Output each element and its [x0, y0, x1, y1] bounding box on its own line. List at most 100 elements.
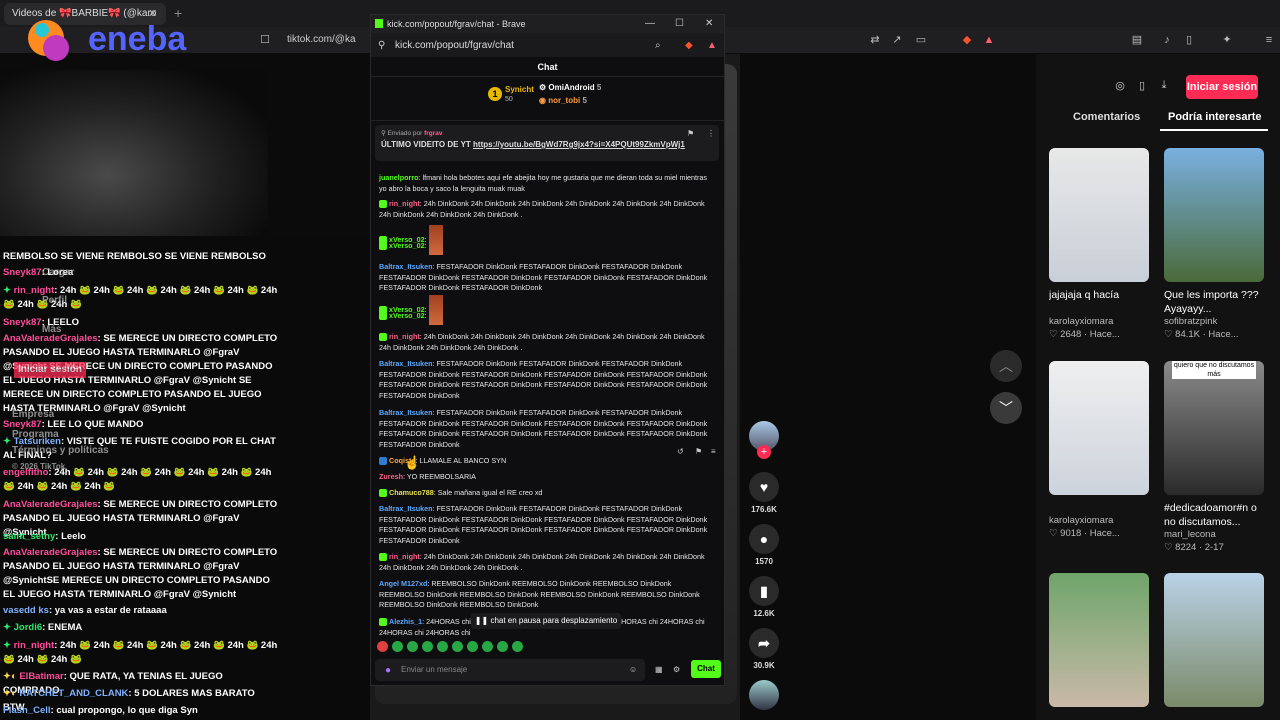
video-thumbnail[interactable]	[1164, 148, 1264, 282]
card-title[interactable]: Que les importa ??? Ayayayy...	[1164, 288, 1264, 316]
share-button[interactable]: ➦ 30.9K	[745, 628, 783, 670]
chat-paused-banner[interactable]: ❚❚ chat en pausa para desplazamiento	[471, 613, 621, 629]
tab-comments[interactable]: Comentarios	[1073, 111, 1140, 123]
menu-program[interactable]: Programa	[12, 428, 59, 442]
menu-profile[interactable]: Perfil	[42, 294, 67, 308]
comment-button[interactable]: ● 1570	[745, 524, 783, 566]
menu-upload[interactable]: Cargar	[42, 266, 74, 280]
music-icon[interactable]: ♪	[1160, 33, 1174, 47]
bookmark-icon[interactable]: ☐	[258, 33, 272, 47]
emote-icon[interactable]	[407, 641, 418, 652]
pin-icon[interactable]: ⚑	[687, 129, 694, 138]
gift-icon[interactable]: ▦	[655, 665, 663, 674]
emote-icon[interactable]	[452, 641, 463, 652]
download-icon[interactable]: ⤓	[1156, 79, 1172, 95]
video-card[interactable]: karolayxiomara ♡ 9018 · Hace...	[1049, 361, 1149, 539]
card-user[interactable]: sofibratzpink	[1164, 316, 1264, 327]
like-button[interactable]: ♥ 176.6K	[745, 472, 783, 514]
maximize-icon[interactable]: ☐	[675, 18, 684, 29]
message-menu-icon[interactable]: ≡	[711, 447, 716, 456]
emote-icon[interactable]	[512, 641, 523, 652]
pinned-link[interactable]: https://youtu.be/BgWd7Rg9jx4?si=X4PQUt99…	[473, 140, 685, 149]
chat-message: Baltrax_Itsuken: FESTAFADOR DinkDonk FES…	[379, 504, 708, 545]
chat-input[interactable]: Enviar un mensaje	[375, 659, 645, 681]
emote-icon[interactable]	[482, 641, 493, 652]
gifter-name[interactable]: ⚙ OmiAndroid 5	[539, 83, 601, 92]
menu-terms[interactable]: Términos y políticas	[12, 444, 109, 458]
video-thumbnail[interactable]	[1164, 573, 1264, 707]
save-button[interactable]: ▮ 12.6K	[745, 576, 783, 618]
stream-chat-line: ✦ Jordi6: ENEMA	[3, 622, 83, 633]
next-video-button[interactable]: ﹀	[990, 392, 1022, 424]
sidebar-icon[interactable]: ▤	[1130, 33, 1144, 47]
menu-icon[interactable]: ≡	[1262, 33, 1276, 47]
extensions-icon[interactable]: ✦	[1220, 33, 1234, 47]
pinned-message[interactable]: ⚲ Enviado por frgrav ÚLTIMO VIDEITO DE Y…	[375, 125, 719, 161]
top-gifter-count: 50	[505, 96, 513, 103]
emote-icon[interactable]	[392, 641, 403, 652]
video-card[interactable]	[1049, 573, 1149, 707]
mouse-cursor-icon: ☝	[404, 455, 421, 470]
send-chat-button[interactable]: Chat	[691, 660, 721, 678]
menu-more[interactable]: Más	[42, 323, 61, 337]
site-info-icon[interactable]: ⚲	[378, 40, 385, 51]
brave-rewards-icon[interactable]: ▲	[707, 40, 717, 51]
card-meta: ♡ 2648 · Hace...	[1049, 329, 1120, 340]
reader-icon[interactable]: ▯	[1182, 33, 1196, 47]
video-thumbnail[interactable]	[1049, 148, 1149, 282]
video-card[interactable]: jajajaja q hacía karolayxiomara ♡ 2648 ·…	[1049, 148, 1149, 340]
gifter-name[interactable]: ◉ nor_tobi 5	[539, 96, 587, 105]
chat-message: xVerso_02:	[379, 311, 713, 322]
video-thumbnail[interactable]: quiero que no discutamos más	[1164, 361, 1264, 495]
card-title[interactable]: #dedicadoamor#n o no discutamos...	[1164, 501, 1264, 529]
popout-address-bar[interactable]: kick.com/popout/fgrav/chat	[371, 33, 724, 57]
share-icon[interactable]: ↗	[890, 33, 904, 47]
video-card[interactable]: quiero que no discutamos más #dedicadoam…	[1164, 361, 1264, 553]
emote-icon[interactable]	[422, 641, 433, 652]
window-title-bar: kick.com/popout/fgrav/chat - Brave	[371, 15, 724, 33]
mic-icon[interactable]: ●	[385, 665, 391, 676]
phone-icon[interactable]: ▯	[1134, 79, 1150, 95]
chat-message: Angel M127xd: REEMBOLSO DinkDonk REEMBOL…	[379, 579, 700, 610]
stream-chat-line: ✦ rin_night: 24h 🐸 24h 🐸 24h 🐸 24h 🐸 24h…	[3, 640, 278, 665]
card-title[interactable]: jajajaja q hacía	[1049, 288, 1149, 316]
music-disc-icon[interactable]	[749, 680, 779, 710]
emote-icon[interactable]	[467, 641, 478, 652]
brave-shield-icon[interactable]: ◆	[960, 33, 974, 47]
search-icon[interactable]: ⌕	[655, 40, 661, 51]
previous-video-button[interactable]: ︿	[990, 350, 1022, 382]
cast-icon[interactable]: ▭	[914, 33, 928, 47]
emote-icon[interactable]	[497, 641, 508, 652]
card-user[interactable]: karolayxiomara	[1049, 316, 1149, 327]
pinned-text: ÚLTIMO VIDEITO DE YT https://youtu.be/Bg…	[381, 140, 685, 149]
webcam-feed	[0, 70, 268, 245]
menu-company[interactable]: Empresa	[12, 408, 54, 422]
more-options-icon[interactable]: ⋮	[707, 129, 715, 138]
video-card[interactable]	[1164, 573, 1264, 707]
card-title[interactable]	[1049, 501, 1149, 515]
pin-message-icon[interactable]: ⚑	[695, 447, 702, 456]
settings-gear-icon[interactable]: ⚙	[673, 665, 680, 674]
tab-interest[interactable]: Podría interesarte	[1168, 111, 1262, 123]
right-tabs: Comentarios Podría interesarte	[1040, 108, 1272, 130]
card-user[interactable]: karolayxiomara	[1049, 515, 1149, 526]
close-icon[interactable]: ✕	[705, 18, 713, 29]
chevron-down-icon: ﹀	[999, 400, 1013, 416]
brave-rewards-icon[interactable]: ▲	[982, 33, 996, 47]
video-thumbnail[interactable]	[1049, 361, 1149, 495]
emote-icon[interactable]	[437, 641, 448, 652]
reply-icon[interactable]: ↺	[677, 447, 684, 456]
video-thumbnail[interactable]	[1049, 573, 1149, 707]
address-bar[interactable]: tiktok.com/@ka	[281, 31, 371, 49]
card-user[interactable]: mari_lecona	[1164, 529, 1264, 540]
video-card[interactable]: Que les importa ??? Ayayayy... sofibratz…	[1164, 148, 1264, 340]
menu-login-hint[interactable]: Iniciar sesión	[14, 362, 86, 378]
emote-icon[interactable]	[377, 641, 388, 652]
emoji-icon[interactable]: ☺	[629, 665, 637, 674]
minimize-icon[interactable]: —	[645, 18, 655, 29]
coin-icon[interactable]: ◎	[1112, 79, 1128, 95]
brave-shield-icon[interactable]: ◆	[685, 40, 693, 51]
translate-icon[interactable]: ⇄	[868, 33, 882, 47]
login-button[interactable]: Iniciar sesión	[1186, 75, 1258, 99]
top-gifter-name[interactable]: Synicht	[505, 85, 534, 94]
